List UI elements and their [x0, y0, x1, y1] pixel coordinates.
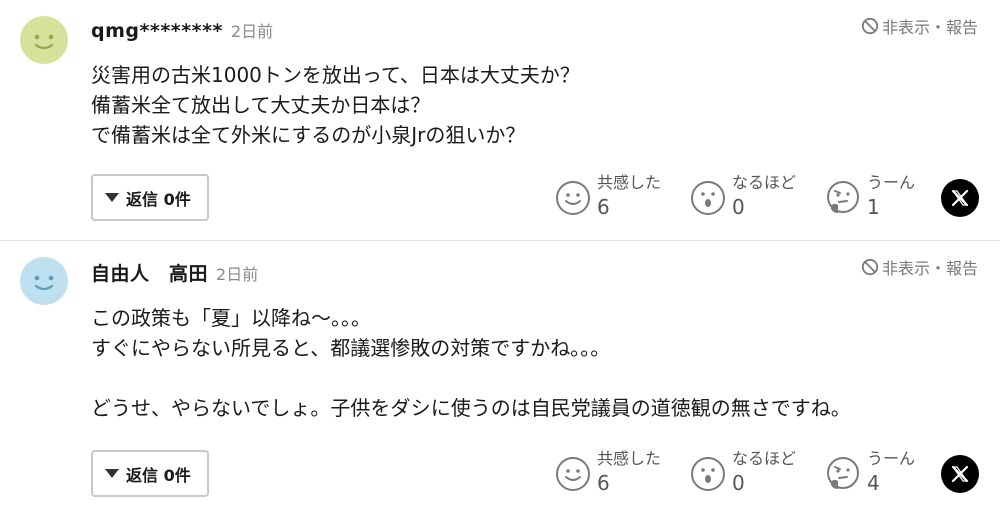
reply-label: 返信 0件 [126, 189, 191, 209]
reaction-count: 4 [867, 471, 880, 495]
reaction-bar: 共感した 6 なるほど 0 うーん 1 [555, 172, 960, 220]
smile-face-icon [555, 180, 591, 216]
username[interactable]: qmg******** [91, 20, 223, 42]
reaction-label: 共感した [597, 449, 662, 468]
reaction-label: なるほど [732, 173, 797, 192]
comment-header: 自由人 高田 2日前 [91, 259, 258, 285]
hide-report-label: 非表示・報告 [881, 18, 978, 37]
avatar [20, 16, 68, 64]
hide-report-button[interactable]: 非表示・報告 [861, 14, 978, 38]
reply-toggle-button[interactable]: 返信 0件 [91, 450, 209, 497]
prohibit-icon [861, 258, 879, 276]
thinking-face-icon [825, 180, 861, 216]
comment-line: 備蓄米全て放出して大丈夫か日本は？ [91, 93, 431, 117]
reaction-label: 共感した [597, 173, 662, 192]
reaction-count: 0 [732, 471, 745, 495]
comment-line: で備蓄米は全て外米にするのが小泉Jrの狙いか？ [91, 123, 526, 147]
reaction-insight-button[interactable]: なるほど 0 [690, 448, 825, 496]
surprised-face-icon [690, 180, 726, 216]
reaction-bar: 共感した 6 なるほど 0 うーん 4 [555, 448, 960, 496]
thinking-face-icon [825, 456, 861, 492]
reaction-insight-button[interactable]: なるほど 0 [690, 172, 825, 220]
reaction-count: 6 [597, 195, 610, 219]
comment-header: qmg******** 2日前 [91, 18, 273, 44]
comment-line: 災害用の古米1000トンを放出って、日本は大丈夫か？ [91, 63, 580, 87]
share-x-button[interactable] [941, 179, 979, 217]
smile-face-icon [555, 456, 591, 492]
hide-report-button[interactable]: 非表示・報告 [861, 255, 978, 279]
reaction-count: 1 [867, 195, 880, 219]
username[interactable]: 自由人 高田 [91, 259, 208, 286]
comment-line: すぐにやらない所見ると、都議選惨敗の対策ですかね。。。 [91, 336, 611, 360]
comment-body: この政策も「夏」以降ね〜。。。 すぐにやらない所見ると、都議選惨敗の対策ですかね… [91, 303, 971, 423]
prohibit-icon [861, 17, 879, 35]
reaction-count: 6 [597, 471, 610, 495]
avatar-smile-icon [20, 16, 68, 64]
reaction-label: なるほど [732, 449, 797, 468]
triangle-down-icon [105, 193, 119, 202]
reaction-empathy-button[interactable]: 共感した 6 [555, 448, 690, 496]
avatar [20, 257, 68, 305]
timestamp: 2日前 [216, 265, 259, 284]
timestamp: 2日前 [231, 22, 274, 41]
reply-label: 返信 0件 [126, 465, 191, 485]
share-x-button[interactable] [941, 455, 979, 493]
surprised-face-icon [690, 456, 726, 492]
avatar-smile-icon [20, 257, 68, 305]
reaction-count: 0 [732, 195, 745, 219]
reaction-label: うーん [867, 173, 916, 192]
comment-line [91, 363, 971, 393]
x-logo-icon [951, 189, 969, 207]
hide-report-label: 非表示・報告 [881, 259, 978, 278]
triangle-down-icon [105, 469, 119, 478]
reaction-empathy-button[interactable]: 共感した 6 [555, 172, 690, 220]
x-logo-icon [951, 465, 969, 483]
reaction-hmm-button[interactable]: うーん 4 [825, 448, 960, 496]
comment-item: 自由人 高田 2日前 非表示・報告 この政策も「夏」以降ね〜。。。 すぐにやらな… [0, 241, 1000, 512]
comment-item: qmg******** 2日前 非表示・報告 災害用の古米1000トンを放出って… [0, 0, 1000, 240]
reaction-hmm-button[interactable]: うーん 1 [825, 172, 960, 220]
comment-body: 災害用の古米1000トンを放出って、日本は大丈夫か？ 備蓄米全て放出して大丈夫か… [91, 60, 971, 150]
comment-line: この政策も「夏」以降ね〜。。。 [91, 306, 371, 330]
comment-line: どうせ、やらないでしょ。子供をダシに使うのは自民党議員の道徳観の無さですね。 [91, 396, 851, 420]
reaction-label: うーん [867, 449, 916, 468]
reply-toggle-button[interactable]: 返信 0件 [91, 174, 209, 221]
